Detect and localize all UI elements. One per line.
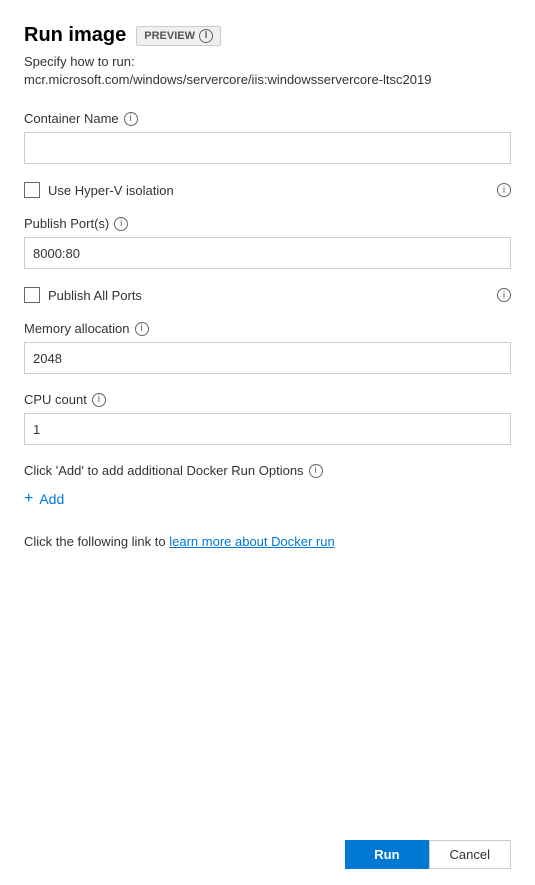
- plus-icon: +: [24, 490, 33, 508]
- container-name-info-icon[interactable]: i: [124, 112, 138, 126]
- footer-buttons: Run Cancel: [0, 824, 535, 885]
- container-name-label: Container Name i: [24, 111, 511, 126]
- cancel-button[interactable]: Cancel: [429, 840, 511, 869]
- page-container: Run image PREVIEW i Specify how to run: …: [0, 0, 535, 885]
- hyper-v-checkbox[interactable]: [24, 182, 40, 198]
- page-title: Run image: [24, 24, 126, 47]
- add-options-note: Click 'Add' to add additional Docker Run…: [24, 463, 511, 478]
- subtitle: Specify how to run: mcr.microsoft.com/wi…: [24, 53, 511, 89]
- cpu-count-input[interactable]: [24, 413, 511, 445]
- container-name-section: Container Name i: [24, 111, 511, 164]
- publish-ports-input[interactable]: [24, 237, 511, 269]
- docker-learn-more-link[interactable]: learn more about Docker run: [169, 534, 334, 549]
- docker-link-section: Click the following link to learn more a…: [24, 534, 511, 549]
- preview-badge: PREVIEW i: [136, 26, 221, 46]
- add-button[interactable]: + Add: [24, 486, 64, 512]
- memory-allocation-input[interactable]: [24, 342, 511, 374]
- add-options-info-icon[interactable]: i: [309, 464, 323, 478]
- publish-all-ports-info-icon[interactable]: i: [497, 288, 511, 302]
- hyper-v-row: Use Hyper-V isolation i: [24, 182, 511, 198]
- cpu-count-info-icon[interactable]: i: [92, 393, 106, 407]
- header-row: Run image PREVIEW i: [24, 24, 511, 47]
- publish-all-ports-checkbox[interactable]: [24, 287, 40, 303]
- hyper-v-info-icon[interactable]: i: [497, 183, 511, 197]
- memory-allocation-label: Memory allocation i: [24, 321, 511, 336]
- preview-info-icon[interactable]: i: [199, 29, 213, 43]
- publish-all-ports-label: Publish All Ports: [48, 288, 142, 303]
- container-name-input[interactable]: [24, 132, 511, 164]
- run-button[interactable]: Run: [345, 840, 428, 869]
- publish-ports-label: Publish Port(s) i: [24, 216, 511, 231]
- publish-ports-section: Publish Port(s) i: [24, 216, 511, 269]
- publish-ports-info-icon[interactable]: i: [114, 217, 128, 231]
- memory-allocation-info-icon[interactable]: i: [135, 322, 149, 336]
- cpu-count-section: CPU count i: [24, 392, 511, 445]
- hyper-v-label: Use Hyper-V isolation: [48, 183, 174, 198]
- publish-all-ports-row: Publish All Ports i: [24, 287, 511, 303]
- memory-allocation-section: Memory allocation i: [24, 321, 511, 374]
- add-options-section: Click 'Add' to add additional Docker Run…: [24, 463, 511, 512]
- cpu-count-label: CPU count i: [24, 392, 511, 407]
